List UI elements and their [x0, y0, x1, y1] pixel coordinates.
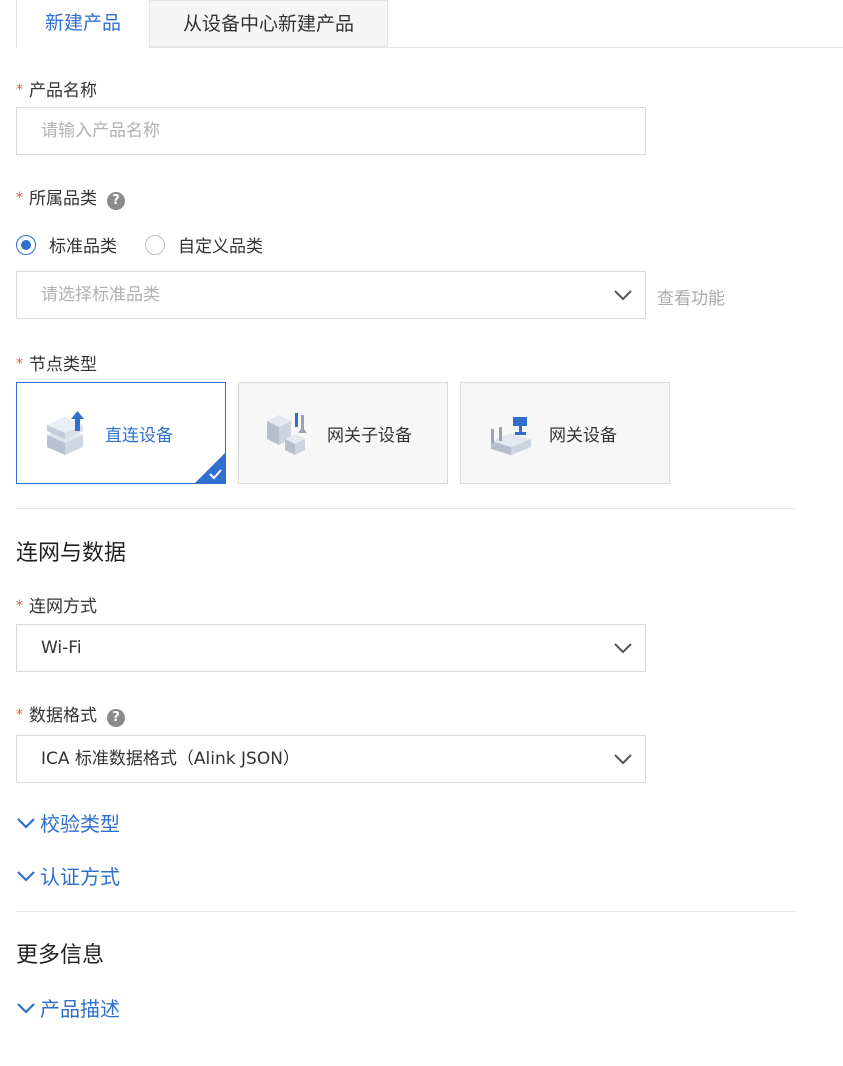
node-card-direct-device[interactable]: 直连设备	[16, 382, 226, 484]
product-name-placeholder: 请输入产品名称	[41, 121, 160, 141]
section-divider	[16, 508, 796, 509]
radio-unchecked-icon	[145, 234, 165, 255]
node-card-label: 网关设备	[549, 426, 617, 446]
section-title-more-info: 更多信息	[16, 943, 105, 968]
required-mark: *	[16, 598, 23, 614]
radio-custom-category[interactable]: 自定义品类	[145, 232, 263, 257]
connection-method-select[interactable]: Wi-Fi	[16, 624, 646, 672]
required-mark: *	[16, 82, 23, 98]
radio-checked-icon	[16, 234, 36, 255]
gateway-device-icon	[491, 417, 531, 455]
connection-method-value: Wi-Fi	[41, 638, 82, 658]
chevron-down-icon	[614, 290, 632, 301]
direct-device-icon	[47, 411, 84, 455]
standard-category-select[interactable]: 请选择标准品类	[16, 271, 646, 319]
expand-label: 认证方式	[40, 865, 120, 889]
required-mark: *	[16, 190, 23, 206]
category-label: * 所属品类?	[16, 184, 125, 210]
category-select-placeholder: 请选择标准品类	[41, 285, 160, 305]
tab-new-product[interactable]: 新建产品	[16, 0, 150, 48]
radio-label: 标准品类	[49, 237, 117, 257]
radio-standard-category[interactable]: 标准品类	[16, 232, 117, 257]
product-name-input[interactable]: 请输入产品名称	[16, 107, 646, 155]
node-card-gateway-sub-device[interactable]: 网关子设备	[238, 382, 448, 484]
chevron-down-icon	[614, 754, 632, 765]
expand-label: 校验类型	[40, 812, 120, 836]
node-type-label: * 节点类型	[16, 355, 97, 375]
product-name-label: * 产品名称	[16, 81, 97, 101]
expand-auth-method[interactable]: 认证方式	[16, 861, 120, 890]
view-features-link[interactable]: 查看功能	[657, 284, 725, 309]
connection-method-label: * 连网方式	[16, 597, 97, 617]
help-icon[interactable]: ?	[107, 709, 125, 727]
expand-label: 产品描述	[40, 997, 120, 1021]
section-divider	[16, 911, 796, 912]
chevron-down-icon	[17, 1002, 35, 1014]
tab-new-from-device-center[interactable]: 从设备中心新建产品	[150, 0, 388, 47]
help-icon[interactable]: ?	[107, 192, 125, 210]
radio-label: 自定义品类	[178, 237, 263, 257]
node-card-gateway-device[interactable]: 网关设备	[460, 382, 670, 484]
data-format-value: ICA 标准数据格式（Alink JSON）	[41, 749, 300, 769]
expand-product-description[interactable]: 产品描述	[16, 993, 120, 1022]
data-format-select[interactable]: ICA 标准数据格式（Alink JSON）	[16, 735, 646, 783]
selected-check-icon	[195, 453, 225, 483]
section-title-network-data: 连网与数据	[16, 541, 127, 566]
node-card-label: 网关子设备	[327, 426, 412, 446]
gateway-sub-device-icon	[267, 413, 307, 455]
required-mark: *	[16, 707, 23, 723]
expand-verification-type[interactable]: 校验类型	[16, 808, 120, 837]
tab-bar: 新建产品 从设备中心新建产品	[16, 0, 843, 48]
node-card-label: 直连设备	[105, 426, 173, 446]
chevron-down-icon	[17, 817, 35, 829]
data-format-label: * 数据格式?	[16, 701, 125, 727]
chevron-down-icon	[17, 870, 35, 882]
chevron-down-icon	[614, 643, 632, 654]
required-mark: *	[16, 356, 23, 372]
